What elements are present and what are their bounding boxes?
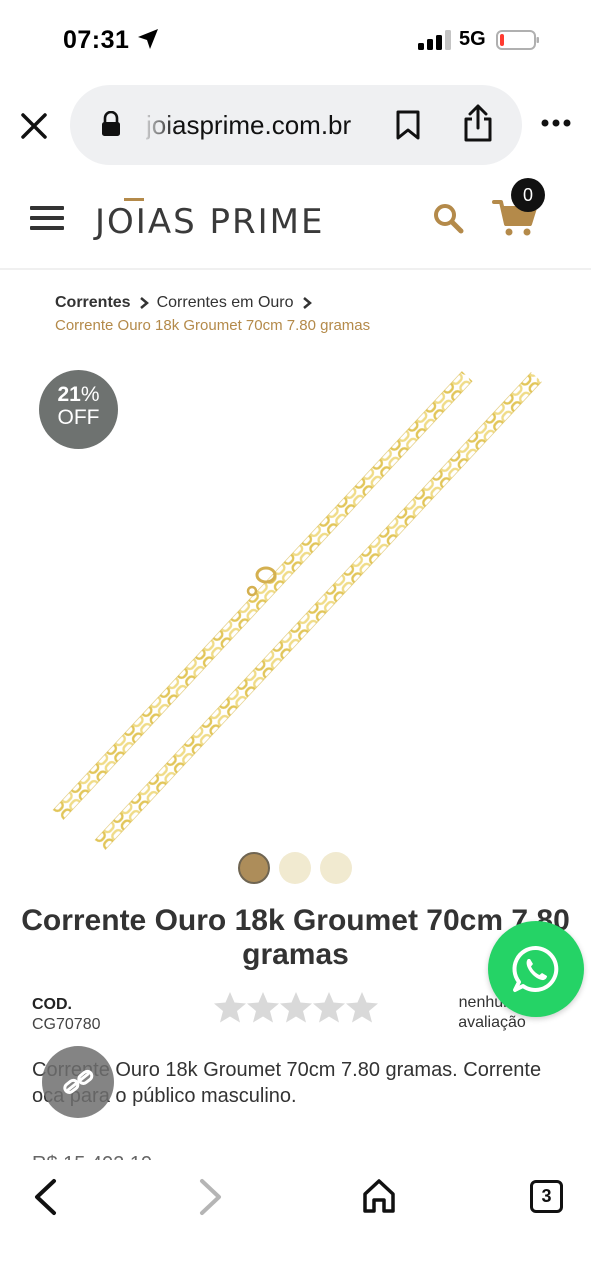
browser-bottom-toolbar: 3	[0, 1160, 591, 1280]
forward-icon[interactable]	[196, 1178, 226, 1216]
breadcrumb-item-correntes-ouro[interactable]: Correntes em Ouro	[157, 294, 294, 312]
close-icon[interactable]	[18, 110, 50, 142]
status-time: 07:31	[63, 26, 130, 54]
image-color-selector	[238, 852, 358, 886]
logo-accent	[124, 198, 144, 201]
whatsapp-button[interactable]	[488, 921, 584, 1017]
color-swatch-3[interactable]	[320, 852, 352, 884]
breadcrumb-item-correntes[interactable]: Correntes	[55, 294, 131, 312]
status-bar: 07:31 5G	[0, 0, 591, 80]
breadcrumb-current: Corrente Ouro 18k Groumet 70cm 7.80 gram…	[55, 317, 371, 334]
site-logo[interactable]: JOIAS PRIME	[95, 202, 324, 242]
lock-icon	[102, 111, 120, 136]
back-icon[interactable]	[30, 1178, 60, 1216]
bookmark-icon[interactable]	[394, 110, 422, 140]
discount-badge: 21% OFF	[39, 370, 118, 449]
location-arrow-icon	[138, 29, 158, 49]
signal-icon	[418, 30, 451, 50]
battery-icon	[496, 30, 539, 50]
floating-share-button[interactable]	[42, 1046, 114, 1118]
color-swatch-1[interactable]	[238, 852, 270, 884]
product-code-value: CG70780	[32, 1016, 101, 1033]
discount-off-label: OFF	[57, 406, 100, 429]
more-options-icon[interactable]	[540, 118, 572, 128]
chevron-right-icon	[139, 297, 149, 309]
share-icon[interactable]	[462, 104, 494, 142]
color-swatch-2[interactable]	[279, 852, 311, 884]
discount-percent: 21	[57, 383, 81, 406]
site-header: JOIAS PRIME 0	[0, 170, 591, 270]
home-icon[interactable]	[362, 1178, 396, 1214]
tabs-button[interactable]: 3	[530, 1180, 563, 1213]
chevron-right-icon	[302, 297, 312, 309]
product-code-label: COD.	[32, 996, 72, 1013]
network-type: 5G	[459, 28, 486, 50]
star-icon	[214, 992, 246, 1023]
browser-bar: joiasprime.com.br	[0, 80, 591, 170]
whatsapp-icon	[512, 945, 559, 992]
star-icon	[346, 992, 378, 1023]
star-icon	[247, 992, 279, 1023]
star-icon	[313, 992, 345, 1023]
hamburger-menu-icon[interactable]	[30, 204, 64, 232]
cart-count-badge: 0	[511, 178, 545, 212]
star-icon	[280, 992, 312, 1023]
search-icon[interactable]	[432, 202, 464, 234]
rating-stars[interactable]	[213, 990, 383, 1026]
link-icon	[63, 1069, 94, 1094]
url-text[interactable]: joiasprime.com.br	[146, 110, 376, 141]
breadcrumb: Correntes Correntes em Ouro Corrente Our…	[55, 292, 555, 334]
discount-percent-symbol: %	[80, 383, 100, 406]
